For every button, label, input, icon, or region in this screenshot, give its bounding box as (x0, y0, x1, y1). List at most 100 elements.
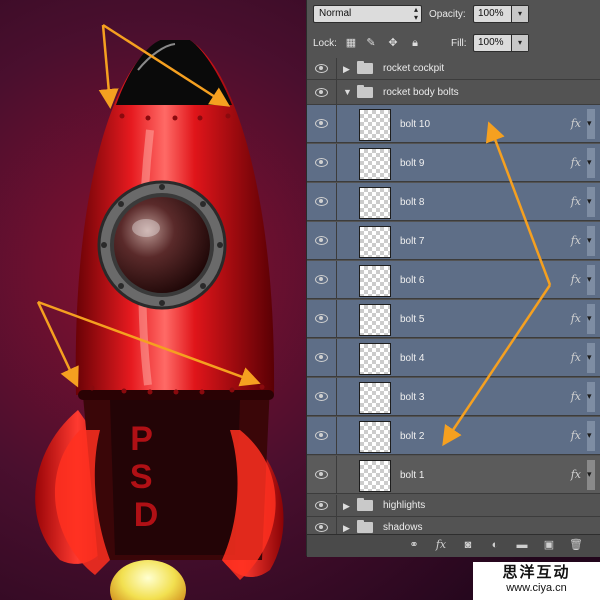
eye-icon (315, 275, 328, 284)
eye-icon (315, 392, 328, 401)
new-layer-icon[interactable]: ▣ (542, 538, 556, 552)
layer-thumbnail (359, 304, 391, 336)
eye-icon (315, 197, 328, 206)
visibility-toggle[interactable] (307, 80, 337, 104)
fx-icon[interactable]: fx (571, 429, 581, 442)
visibility-toggle[interactable] (307, 58, 337, 79)
eye-icon (315, 523, 328, 532)
fx-icon[interactable]: fx (571, 390, 581, 403)
layer-group-rocket-body-bolts[interactable]: ▼ rocket body bolts (307, 80, 600, 105)
fill-input[interactable]: 100% ▾ (473, 34, 529, 52)
layer-row[interactable]: bolt 6 fx (307, 261, 600, 299)
expand-triangle-icon[interactable]: ▶ (343, 501, 350, 512)
layer-name: bolt 8 (400, 197, 425, 208)
layer-group-highlights[interactable]: ▶ highlights (307, 495, 600, 517)
fx-icon[interactable]: fx (571, 273, 581, 286)
eye-icon (315, 353, 328, 362)
fx-icon[interactable]: fx (571, 195, 581, 208)
layer-name: bolt 9 (400, 158, 425, 169)
eye-icon (315, 119, 328, 128)
visibility-toggle[interactable] (307, 183, 337, 220)
lock-row: Lock: ▦ ✎ ✥ 🔒︎ Fill: 100% ▾ (307, 29, 600, 59)
eye-icon (315, 158, 328, 167)
dropdown-arrows-icon: ▴ ▾ (413, 5, 418, 22)
collapse-triangle-icon[interactable]: ▼ (343, 87, 352, 97)
porthole-glass (114, 197, 210, 293)
expand-triangle-icon[interactable]: ▶ (343, 523, 350, 534)
layer-row[interactable]: bolt 3 fx (307, 378, 600, 416)
layer-group-shadows[interactable]: ▶ shadows (307, 517, 600, 534)
fx-icon[interactable]: fx (571, 156, 581, 169)
lock-transparent-pixels-icon[interactable]: ▦ (345, 37, 357, 49)
link-icon[interactable]: ⚭ (407, 538, 421, 552)
effects-expand-icon[interactable] (587, 343, 595, 373)
opacity-input[interactable]: 100% ▾ (473, 5, 529, 23)
fx-icon[interactable]: fx (571, 312, 581, 325)
layer-name: bolt 1 (400, 470, 425, 481)
layers-footer: ⚭ fx ◙ ◐ ▬ ▣ 🗑︎ (307, 534, 600, 557)
layer-row[interactable]: bolt 10 fx (307, 105, 600, 143)
folder-icon[interactable]: ▬ (515, 538, 529, 552)
folder-icon (357, 498, 373, 511)
visibility-toggle[interactable] (307, 417, 337, 454)
layer-name: bolt 10 (400, 119, 431, 130)
effects-expand-icon[interactable] (587, 421, 595, 451)
adjustment-icon[interactable]: ◐ (488, 538, 502, 552)
effects-expand-icon[interactable] (587, 187, 595, 217)
effects-expand-icon[interactable] (587, 460, 595, 490)
effects-expand-icon[interactable] (587, 382, 595, 412)
folder-icon (357, 61, 373, 74)
opacity-value: 100% (478, 8, 504, 19)
chevron-down-icon[interactable]: ▾ (511, 35, 528, 51)
trash-icon[interactable]: 🗑︎ (569, 538, 583, 552)
layer-row[interactable]: bolt 2 fx (307, 417, 600, 455)
layer-row[interactable]: bolt 5 fx (307, 300, 600, 338)
fx-icon[interactable]: fx (571, 117, 581, 130)
visibility-toggle[interactable] (307, 517, 337, 534)
group-name: shadows (383, 522, 423, 533)
layer-row[interactable]: bolt 9 fx (307, 144, 600, 182)
visibility-toggle[interactable] (307, 378, 337, 415)
layer-name: bolt 4 (400, 353, 425, 364)
layer-thumbnail (359, 382, 391, 414)
blend-mode-dropdown[interactable]: Normal ▴ ▾ (313, 5, 422, 23)
layer-row[interactable]: bolt 4 fx (307, 339, 600, 377)
layer-thumbnail (359, 148, 391, 180)
chevron-down-icon[interactable]: ▾ (511, 6, 528, 22)
visibility-toggle[interactable] (307, 495, 337, 516)
fx-icon[interactable]: fx (434, 538, 448, 552)
effects-expand-icon[interactable] (587, 304, 595, 334)
expand-triangle-icon[interactable]: ▶ (343, 64, 350, 75)
visibility-toggle[interactable] (307, 144, 337, 181)
layer-thumbnail (359, 421, 391, 453)
layer-row[interactable]: bolt 1 fx (307, 456, 600, 494)
visibility-toggle[interactable] (307, 261, 337, 298)
visibility-toggle[interactable] (307, 456, 337, 493)
fx-icon[interactable]: fx (571, 234, 581, 247)
lock-all-icon[interactable]: 🔒︎ (409, 37, 421, 49)
visibility-toggle[interactable] (307, 105, 337, 142)
eye-icon (315, 314, 328, 323)
effects-expand-icon[interactable] (587, 109, 595, 139)
lock-image-pixels-icon[interactable]: ✎ (365, 37, 377, 49)
effects-expand-icon[interactable] (587, 148, 595, 178)
eye-icon (315, 64, 328, 73)
visibility-toggle[interactable] (307, 300, 337, 337)
layer-row[interactable]: bolt 8 fx (307, 183, 600, 221)
layer-name: bolt 7 (400, 236, 425, 247)
fx-icon[interactable]: fx (571, 351, 581, 364)
eye-icon (315, 431, 328, 440)
lock-position-icon[interactable]: ✥ (387, 37, 399, 49)
layer-row[interactable]: bolt 7 fx (307, 222, 600, 260)
visibility-toggle[interactable] (307, 222, 337, 259)
opacity-label: Opacity: (429, 9, 466, 20)
layer-group-rocket-cockpit[interactable]: ▶ rocket cockpit (307, 58, 600, 80)
folder-open-icon (357, 85, 373, 98)
visibility-toggle[interactable] (307, 339, 337, 376)
group-name: highlights (383, 500, 426, 511)
effects-expand-icon[interactable] (587, 265, 595, 295)
layer-thumbnail (359, 460, 391, 492)
mask-icon[interactable]: ◙ (461, 538, 475, 552)
fx-icon[interactable]: fx (571, 468, 581, 481)
effects-expand-icon[interactable] (587, 226, 595, 256)
